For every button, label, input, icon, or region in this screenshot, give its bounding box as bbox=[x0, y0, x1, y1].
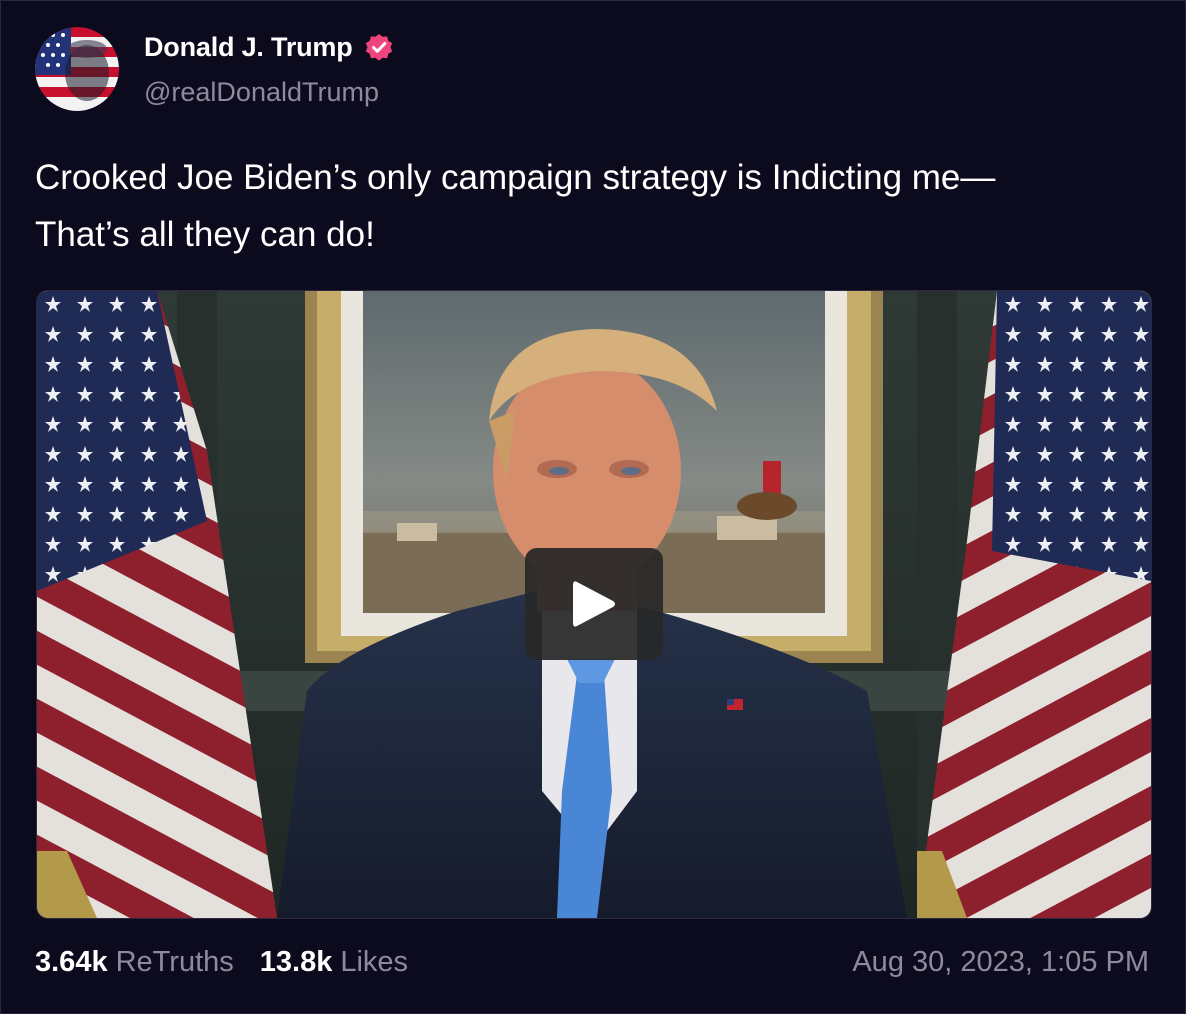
retruths-count: 3.64k bbox=[35, 946, 108, 978]
author-name-row: Donald J. Trump bbox=[144, 31, 395, 63]
post-text: Crooked Joe Biden’s only campaign strate… bbox=[35, 149, 1145, 263]
play-button[interactable] bbox=[525, 548, 663, 660]
video-player[interactable] bbox=[36, 290, 1152, 919]
author-display-name[interactable]: Donald J. Trump bbox=[144, 32, 353, 63]
author-handle[interactable]: @realDonaldTrump bbox=[144, 77, 379, 108]
likes-stat[interactable]: 13.8k Likes bbox=[260, 946, 408, 979]
truth-post: Donald J. Trump @realDonaldTrump Crooked… bbox=[0, 0, 1186, 1014]
post-timestamp[interactable]: Aug 30, 2023, 1:05 PM bbox=[852, 946, 1149, 979]
retruths-stat[interactable]: 3.64k ReTruths bbox=[35, 946, 234, 979]
retruths-label: ReTruths bbox=[115, 946, 234, 978]
likes-count: 13.8k bbox=[259, 946, 333, 978]
post-text-line-1: Crooked Joe Biden’s only campaign strate… bbox=[35, 158, 996, 197]
verified-badge-icon bbox=[363, 31, 395, 63]
avatar[interactable] bbox=[35, 27, 119, 111]
post-stats: 3.64k ReTruths 13.8k Likes bbox=[35, 946, 408, 979]
post-text-line-2: That’s all they can do! bbox=[35, 215, 375, 254]
likes-label: Likes bbox=[340, 946, 409, 978]
play-icon bbox=[571, 578, 617, 630]
